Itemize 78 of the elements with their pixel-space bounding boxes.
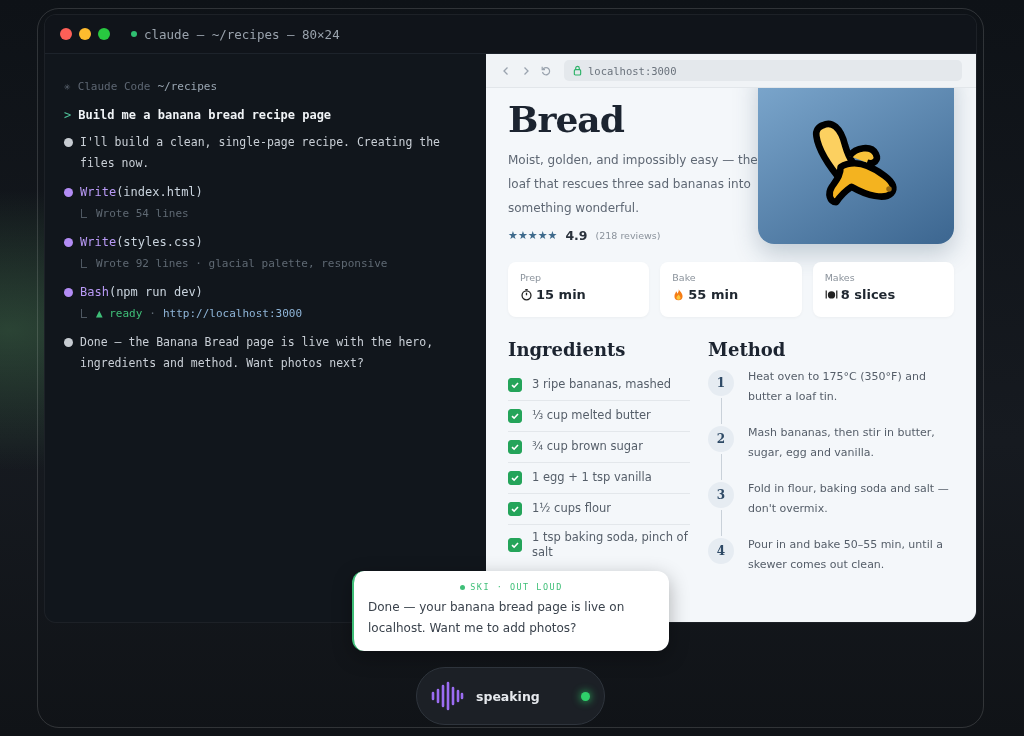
stat-value: 55 min [688, 287, 739, 302]
prompt-text: Build me a banana bread recipe page [78, 107, 332, 124]
checkbox[interactable] [508, 538, 522, 552]
path-label: ~/recipes [157, 79, 218, 95]
section-heading: Method [708, 339, 787, 360]
star-icon: ★ [537, 229, 548, 242]
address-bar[interactable]: localhost:3000 [564, 60, 962, 81]
reload-icon[interactable] [540, 64, 552, 77]
maximize-button[interactable] [98, 28, 110, 40]
tool-call: Write(index.html) [80, 184, 203, 201]
step-text: Fold in flour, baking soda and salt — don't overmix. [748, 481, 950, 517]
checkbox[interactable] [508, 377, 522, 392]
minimize-button[interactable] [79, 28, 91, 40]
checkbox[interactable] [508, 501, 522, 516]
close-button[interactable] [60, 28, 72, 40]
checkbox[interactable] [508, 470, 522, 485]
message-text: I'll build a clean, single-page recipe. Creating the files now. [80, 134, 442, 172]
stat-label: Bake [672, 272, 697, 283]
status-dot-icon [131, 31, 137, 37]
section-heading: Ingredients [508, 339, 627, 360]
ingredient-text: 1 tsp baking soda, pinch of salt [532, 530, 689, 560]
star-icon: ★ [527, 229, 538, 242]
tool-call: Bash(npm run dev) [80, 284, 203, 301]
branch-icon [81, 259, 87, 268]
stopwatch-icon [520, 288, 533, 301]
bullet-icon [64, 338, 73, 347]
lock-icon [573, 65, 582, 76]
star-icon: ★ [547, 229, 558, 242]
speaking-pill[interactable]: speaking [416, 667, 605, 725]
ingredient-text: ⅓ cup melted butter [532, 408, 651, 423]
bullet-icon [64, 288, 73, 297]
recipe-description: Moist, golden, and impossibly easy — the loaf that rescues three sad bananas into something wonderful. [508, 152, 758, 217]
bullet-icon [64, 188, 73, 197]
separator: · [149, 306, 156, 322]
step-number: 2 [708, 426, 734, 452]
ingredient-text: 1½ cups flour [532, 501, 611, 516]
app-label: Claude Code [77, 79, 151, 95]
stat-label: Makes [824, 272, 856, 283]
result-text: Wrote 54 lines [96, 206, 189, 222]
status-dot-icon [581, 691, 590, 701]
star-icon: ★ [517, 229, 528, 242]
ingredient-text: 1 egg + 1 tsp vanilla [532, 470, 652, 485]
flame-icon [672, 288, 686, 301]
review-count: (218 reviews) [595, 230, 661, 241]
step-text: Mash bananas, then stir in butter, sugar, egg and vanilla. [748, 425, 936, 461]
plate-cutlery-icon [824, 288, 838, 301]
recipe-title: Bread [508, 100, 625, 138]
speaker-label: SKI · OUT LOUD [470, 582, 563, 592]
waveform-icon [430, 681, 464, 711]
bubble-text: Done — your banana bread page is live on localhost. Want me to add photos? [368, 599, 626, 637]
step-text: Heat oven to 175°C (350°F) and butter a loaf tin. [748, 369, 927, 405]
step-number: 4 [708, 538, 734, 564]
ready-status: ▲ ready [96, 306, 143, 322]
star-icon: ★ [508, 229, 518, 242]
asterisk-icon: ✳ [64, 76, 71, 97]
ingredient-text: ¾ cup brown sugar [532, 439, 643, 454]
stat-value: 15 min [536, 287, 586, 302]
prompt-icon: > [64, 105, 72, 126]
rating-value: 4.9 [565, 228, 588, 243]
stat-value: 8 slices [840, 287, 896, 302]
step-text: Pour in and bake 50–55 min, until a skewer comes out clean. [748, 537, 944, 573]
branch-icon [81, 309, 87, 318]
step-number: 1 [708, 370, 734, 396]
ingredient-text: 3 ripe bananas, mashed [532, 377, 672, 392]
tool-call: Write(styles.css) [80, 234, 203, 251]
server-url: http://localhost:3000 [163, 306, 303, 322]
checkbox[interactable] [508, 439, 522, 454]
step-number: 3 [708, 482, 734, 508]
status-text: speaking [476, 688, 541, 704]
live-dot-icon [460, 584, 466, 590]
bullet-icon [64, 138, 73, 147]
message-text: Done — the Banana Bread page is live with the hero, ingredients and method. Want photos next? [80, 334, 435, 372]
checkbox[interactable] [508, 408, 522, 423]
branch-icon [81, 209, 87, 218]
window-title: claude — ~/recipes — 80×24 [144, 26, 340, 42]
result-text: Wrote 92 lines · glacial palette, responsive [96, 256, 388, 272]
bullet-icon [64, 238, 73, 247]
stat-label: Prep [520, 272, 543, 283]
